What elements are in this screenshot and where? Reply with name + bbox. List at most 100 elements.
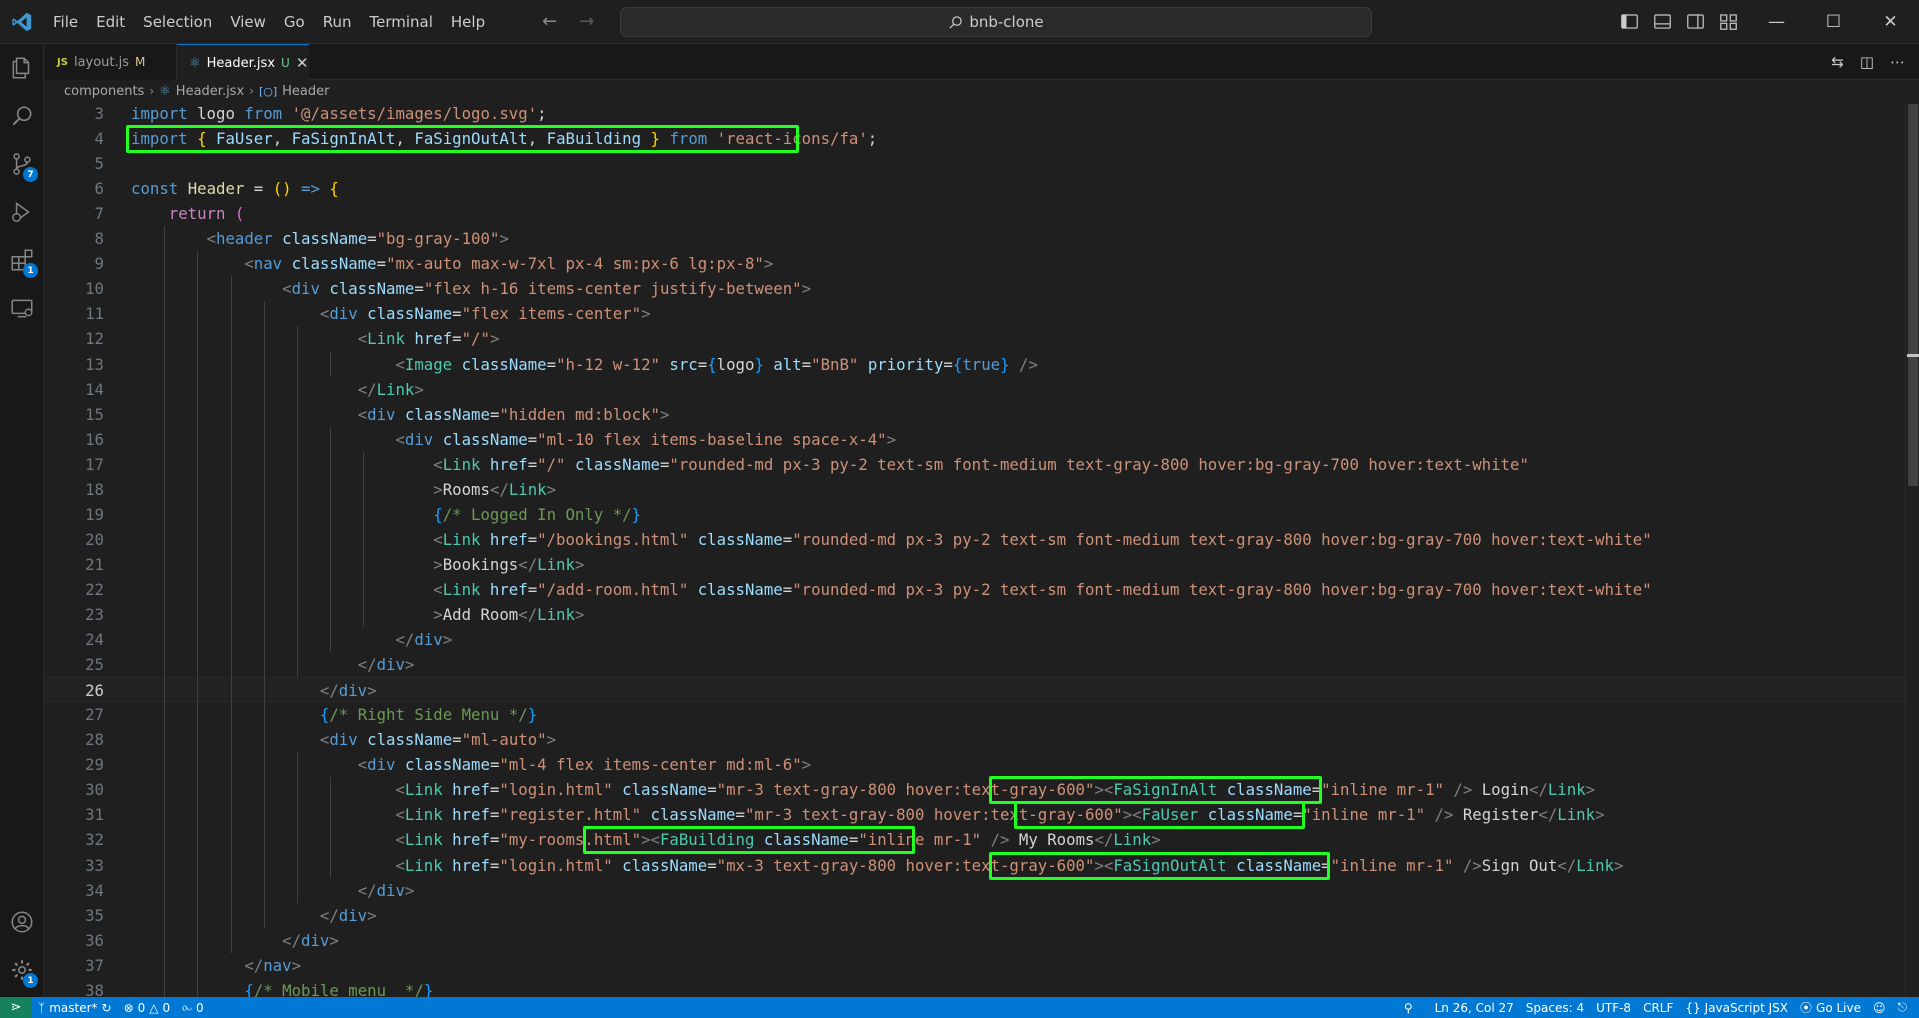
back-arrow-icon[interactable]: ← — [542, 11, 557, 32]
command-center-search[interactable]: bnb-clone — [620, 7, 1372, 37]
code-line[interactable]: 33 <Link href="login.html" className="mx… — [45, 853, 1905, 878]
code-token: > — [546, 730, 557, 750]
accounts-icon[interactable] — [0, 898, 44, 946]
tab-layout-js[interactable]: JS layout.js M — [45, 44, 177, 80]
cursor-position[interactable]: Ln 26, Col 27 — [1429, 997, 1520, 1018]
forward-arrow-icon[interactable]: → — [579, 11, 594, 32]
code-line[interactable]: 32 <Link href="my-rooms.html"><FaBuildin… — [45, 827, 1905, 852]
code-line[interactable]: 21 >Bookings</Link> — [45, 552, 1905, 577]
code-line[interactable]: 20 <Link href="/bookings.html" className… — [45, 527, 1905, 552]
code-line[interactable]: 35 </div> — [45, 903, 1905, 928]
code-line[interactable]: 29 <div className="ml-4 flex items-cente… — [45, 752, 1905, 777]
language-label: JavaScript JSX — [1704, 1000, 1788, 1015]
code-line[interactable]: 23 >Add Room</Link> — [45, 602, 1905, 627]
code-line[interactable]: 27 {/* Right Side Menu */} — [45, 702, 1905, 727]
feedback-icon[interactable]: ☺ — [1867, 997, 1892, 1018]
split-editor-icon[interactable]: ◫ — [1860, 53, 1874, 71]
code-line[interactable]: 18 >Rooms</Link> — [45, 477, 1905, 502]
code-line[interactable]: 11 <div className="flex items-center"> — [45, 301, 1905, 326]
customize-layout-icon[interactable] — [1719, 12, 1738, 31]
code-line[interactable]: 3 import logo from '@/assets/images/logo.… — [45, 104, 1905, 126]
menu-go[interactable]: Go — [275, 7, 314, 37]
code-line[interactable]: 26 </div> — [45, 677, 1905, 703]
menu-run[interactable]: Run — [314, 7, 361, 37]
code-line[interactable]: 36 </div> — [45, 928, 1905, 953]
maximize-icon[interactable]: ☐ — [1805, 0, 1862, 44]
code-line[interactable]: 31 <Link href="register.html" className=… — [45, 802, 1905, 827]
go-live-button[interactable]: ⦿ Go Live — [1794, 997, 1867, 1018]
code-line[interactable]: 14 </Link> — [45, 377, 1905, 402]
notifications-bell-icon[interactable]: ⎋ — [1892, 997, 1914, 1018]
remote-indicator-icon[interactable]: ⋗ — [0, 997, 32, 1018]
code-line[interactable]: 25 </div> — [45, 652, 1905, 677]
code-line[interactable]: 24 </div> — [45, 627, 1905, 652]
scrollbar-thumb[interactable] — [1908, 104, 1918, 486]
code-token: = — [489, 404, 500, 424]
code-line[interactable]: 13 <Image className="h-12 w-12" src={log… — [45, 352, 1905, 377]
menu-terminal[interactable]: Terminal — [361, 7, 442, 37]
code-line[interactable]: 15 <div className="hidden md:block"> — [45, 402, 1905, 427]
source-control-icon[interactable]: 7 — [0, 140, 44, 188]
code-line[interactable]: 12 <Link href="/"> — [45, 326, 1905, 351]
code-token: > — [546, 479, 557, 499]
code-line[interactable]: 38 {/* Mobile menu */} — [45, 978, 1905, 997]
breadcrumb-symbol[interactable]: Header — [282, 84, 329, 99]
close-tab-icon[interactable]: ✕ — [296, 54, 309, 72]
indentation[interactable]: Spaces: 4 — [1520, 997, 1590, 1018]
minimize-icon[interactable]: — — [1748, 0, 1805, 44]
code-line[interactable]: 9 <nav className="mx-auto max-w-7xl px-4… — [45, 251, 1905, 276]
code-line[interactable]: 37 </nav> — [45, 953, 1905, 978]
code-line[interactable]: 5 — [45, 151, 1905, 176]
code-editor[interactable]: 3 import logo from '@/assets/images/logo.… — [45, 104, 1919, 997]
close-window-icon[interactable]: ✕ — [1862, 0, 1919, 44]
end-of-line[interactable]: CRLF — [1637, 997, 1679, 1018]
code-token: href — [452, 780, 490, 800]
code-line[interactable]: 28 <div className="ml-auto"> — [45, 727, 1905, 752]
code-line[interactable]: 7 return ( — [45, 201, 1905, 226]
explorer-icon[interactable] — [0, 44, 44, 92]
menu-view[interactable]: View — [221, 7, 275, 37]
manage-gear-icon[interactable]: 1 — [0, 946, 44, 994]
code-line[interactable]: 16 <div className="ml-10 flex items-base… — [45, 427, 1905, 452]
toggle-primary-sidebar-icon[interactable] — [1620, 12, 1639, 31]
extensions-icon[interactable]: 1 — [0, 236, 44, 284]
code-line[interactable]: 6 const Header = () => { — [45, 176, 1905, 201]
remote-explorer-icon[interactable] — [0, 284, 44, 332]
toggle-panel-icon[interactable] — [1653, 12, 1672, 31]
code-token: Sign Out — [1481, 855, 1558, 875]
search-view-icon[interactable] — [0, 92, 44, 140]
toggle-secondary-sidebar-icon[interactable] — [1686, 12, 1705, 31]
code-token: className — [367, 304, 453, 324]
code-line[interactable]: 34 </div> — [45, 878, 1905, 903]
code-line[interactable]: 8 <header className="bg-gray-100"> — [45, 226, 1905, 251]
breadcrumb-file[interactable]: Header.jsx — [176, 84, 244, 99]
breadcrumb-folder[interactable]: components — [64, 84, 144, 99]
zoom-icon[interactable]: ⚲ — [1398, 997, 1419, 1018]
code-token: div — [367, 404, 396, 424]
ports-indicator[interactable]: ⧜ 0 — [176, 997, 209, 1018]
code-token: Bookings — [442, 554, 519, 574]
code-line[interactable]: 10 <div className="flex h-16 items-cente… — [45, 276, 1905, 301]
tab-header-jsx[interactable]: ⚛ Header.jsx U ✕ — [177, 44, 309, 81]
code-line[interactable]: 19 {/* Logged In Only */} — [45, 502, 1905, 527]
menu-file[interactable]: File — [44, 7, 87, 37]
code-line[interactable]: 22 <Link href="/add-room.html" className… — [45, 577, 1905, 602]
run-debug-icon[interactable] — [0, 188, 44, 236]
language-mode[interactable]: {} JavaScript JSX — [1679, 997, 1794, 1018]
menu-selection[interactable]: Selection — [134, 7, 221, 37]
more-actions-icon[interactable]: ⋯ — [1890, 53, 1905, 71]
code-line[interactable]: 17 <Link href="/" className="rounded-md … — [45, 452, 1905, 477]
menu-help[interactable]: Help — [442, 7, 494, 37]
code-line[interactable]: 30 <Link href="login.html" className="mr… — [45, 777, 1905, 802]
branch-indicator[interactable]: ᛉ master* ↻ — [32, 997, 118, 1018]
editor-scrollbar[interactable] — [1905, 104, 1919, 997]
menu-edit[interactable]: Edit — [87, 7, 134, 37]
extensions-badge: 1 — [23, 263, 38, 278]
encoding[interactable]: UTF-8 — [1590, 997, 1637, 1018]
problems-indicator[interactable]: ⊗ 0 △ 0 — [118, 997, 177, 1018]
code-token: /> — [1453, 780, 1473, 800]
open-changes-icon[interactable]: ⇆ — [1831, 53, 1844, 71]
